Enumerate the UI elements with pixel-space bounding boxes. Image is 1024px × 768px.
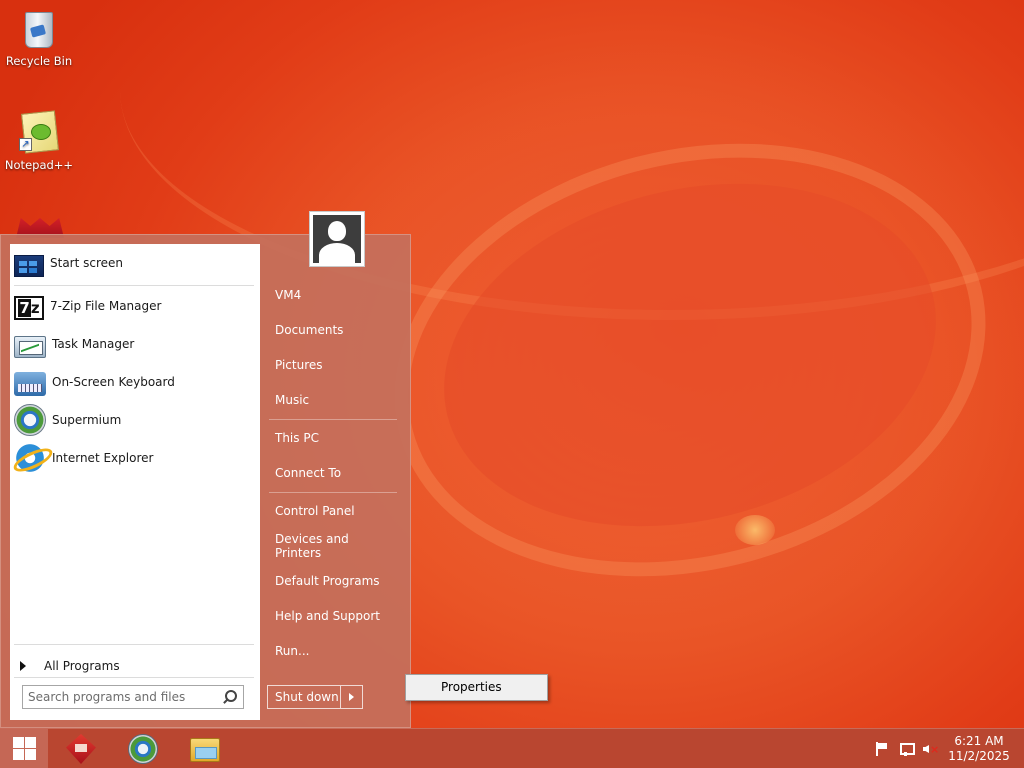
internet-explorer-icon xyxy=(14,442,46,474)
start-right-documents[interactable]: Documents xyxy=(265,315,397,345)
volume-muted-icon[interactable] xyxy=(922,742,939,756)
supermium-icon xyxy=(128,734,158,764)
start-right-this-pc[interactable]: This PC xyxy=(265,423,397,453)
start-right-control-panel[interactable]: Control Panel xyxy=(265,496,397,526)
start-right-devices-printers[interactable]: Devices and Printers xyxy=(265,531,397,561)
context-menu: Properties xyxy=(405,674,548,701)
desktop-icon-label: Recycle Bin xyxy=(5,54,73,68)
keyboard-icon xyxy=(14,372,46,396)
7zip-icon: 7z xyxy=(14,296,44,320)
start-right-default-programs[interactable]: Default Programs xyxy=(265,566,397,596)
start-right-connect-to[interactable]: Connect To xyxy=(265,458,397,488)
start-right-music[interactable]: Music xyxy=(265,385,397,415)
triangle-right-icon xyxy=(20,661,26,671)
supermium-icon xyxy=(14,404,46,436)
start-item-task-manager[interactable]: Task Manager xyxy=(10,326,260,362)
start-screen-icon xyxy=(14,254,44,277)
search-box[interactable] xyxy=(22,685,244,709)
search-input[interactable] xyxy=(28,690,221,704)
start-right-run[interactable]: Run... xyxy=(265,636,397,666)
clock-time: 6:21 AM xyxy=(954,734,1004,748)
network-icon[interactable] xyxy=(898,742,915,756)
user-avatar[interactable] xyxy=(309,211,365,267)
start-item-label: Supermium xyxy=(52,413,122,427)
start-item-supermium[interactable]: Supermium xyxy=(10,402,260,438)
taskbar: 6:21 AM 11/2/2025 xyxy=(0,728,1024,768)
divider xyxy=(14,644,254,645)
start-item-label: 7-Zip File Manager xyxy=(50,299,162,313)
shutdown-button[interactable]: Shut down xyxy=(267,685,363,709)
start-item-label: Internet Explorer xyxy=(52,451,154,465)
start-right-help-support[interactable]: Help and Support xyxy=(265,601,397,631)
wallpaper-glow xyxy=(735,515,775,545)
clock-date: 11/2/2025 xyxy=(948,749,1010,763)
user-icon xyxy=(313,215,361,263)
start-button[interactable] xyxy=(0,729,48,768)
notepad-plus-plus-icon: ↗ xyxy=(19,110,59,154)
task-manager-icon xyxy=(14,335,46,358)
taskbar-app-supermium[interactable] xyxy=(119,731,167,767)
desktop-icon-recycle-bin[interactable]: Recycle Bin xyxy=(1,6,77,68)
start-item-on-screen-keyboard[interactable]: On-Screen Keyboard xyxy=(10,364,260,400)
start-right-pictures[interactable]: Pictures xyxy=(265,350,397,380)
divider xyxy=(14,285,254,286)
start-right-user[interactable]: VM4 xyxy=(265,280,397,310)
shutdown-options-arrow-icon[interactable] xyxy=(340,686,362,708)
start-item-label: Start screen xyxy=(50,256,124,270)
flag-icon[interactable] xyxy=(874,742,890,756)
start-item-label: Task Manager xyxy=(52,337,135,351)
recycle-bin-icon xyxy=(19,6,59,50)
windows-logo-icon xyxy=(13,737,37,761)
start-menu-programs-pane: Start screen 7z 7-Zip File Manager Task … xyxy=(10,244,260,720)
search-icon[interactable] xyxy=(221,689,237,705)
divider xyxy=(269,492,397,493)
desktop-icon-notepad-plus-plus[interactable]: ↗ Notepad++ xyxy=(1,110,77,172)
desktop-icon-label: Notepad++ xyxy=(4,158,74,172)
start-item-7zip[interactable]: 7z 7-Zip File Manager xyxy=(10,288,260,324)
divider xyxy=(269,419,397,420)
red-app-icon xyxy=(66,734,96,764)
divider xyxy=(14,677,254,678)
taskbar-app-file-explorer[interactable] xyxy=(181,731,229,767)
start-item-start-screen[interactable]: Start screen xyxy=(10,245,260,281)
context-menu-item-properties[interactable]: Properties xyxy=(408,677,545,698)
taskbar-app-red[interactable] xyxy=(57,731,105,767)
file-explorer-icon xyxy=(190,738,220,762)
start-item-internet-explorer[interactable]: Internet Explorer xyxy=(10,440,260,476)
start-item-label: On-Screen Keyboard xyxy=(52,375,175,389)
shutdown-label: Shut down xyxy=(275,690,339,704)
all-programs-label: All Programs xyxy=(44,659,120,673)
start-menu: Start screen 7z 7-Zip File Manager Task … xyxy=(0,211,411,728)
clock[interactable]: 6:21 AM 11/2/2025 xyxy=(948,734,1010,764)
